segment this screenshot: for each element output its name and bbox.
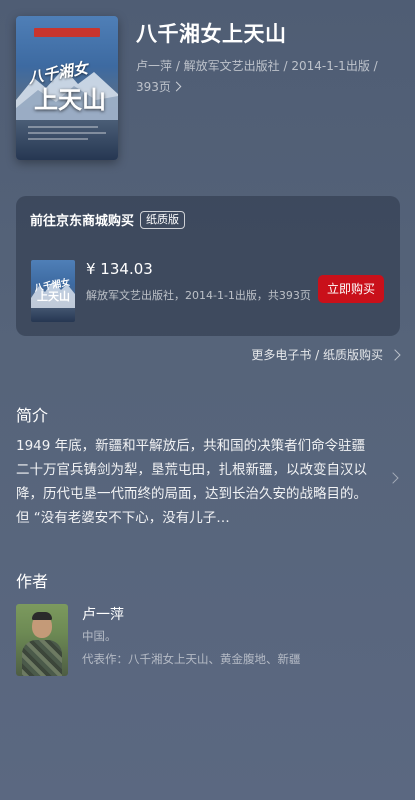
chevron-right-icon	[171, 81, 182, 92]
author-name[interactable]: 卢一萍	[82, 604, 124, 624]
chevron-right-icon[interactable]	[387, 472, 399, 484]
jd-book-thumbnail[interactable]: 八千湘女 上天山	[31, 260, 75, 322]
jd-description: 解放军文艺出版社，2014-1-1出版，共393页	[86, 289, 311, 302]
intro-heading: 简介	[16, 406, 49, 425]
author-heading: 作者	[16, 572, 49, 591]
book-cover[interactable]: 八千湘女 上天山	[16, 16, 118, 160]
cover-title-line2: 上天山	[34, 85, 106, 114]
cover-band	[34, 28, 100, 37]
jd-price: ¥ 134.03	[86, 260, 153, 278]
author-origin: 中国。	[82, 629, 117, 643]
more-purchase-link[interactable]: 更多电子书 / 纸质版购买	[251, 346, 401, 363]
intro-text[interactable]: 1949 年底，新疆和平解放后，共和国的决策者们命令驻疆二十万官兵铸剑为犁，垦荒…	[16, 434, 378, 530]
book-meta-link[interactable]: 卢一萍 / 解放军文艺出版社 / 2014-1-1出版 / 393页	[136, 56, 398, 98]
jd-header-label: 前往京东商城购买	[30, 214, 135, 229]
more-purchase-label: 更多电子书 / 纸质版购买	[251, 348, 383, 362]
author-avatar[interactable]	[16, 604, 68, 676]
book-header: 八千湘女 上天山 八千湘女上天山 卢一萍 / 解放军文艺出版社 / 2014-1…	[16, 16, 400, 162]
author-works: 代表作：八千湘女上天山、黄金腹地、新疆	[82, 652, 301, 666]
cover-text-lines	[28, 126, 106, 144]
chevron-right-icon	[389, 348, 401, 361]
author-uniform	[22, 640, 62, 676]
book-title: 八千湘女上天山	[136, 22, 287, 46]
jd-purchase-card: 前往京东商城购买 纸质版 八千湘女 上天山 ¥ 134.03 解放军文艺出版社，…	[16, 196, 400, 336]
book-meta-text: 卢一萍 / 解放军文艺出版社 / 2014-1-1出版 / 393页	[136, 59, 378, 94]
author-hair	[32, 612, 52, 620]
buy-now-button[interactable]: 立即购买	[318, 275, 384, 303]
jd-card-header: 前往京东商城购买 纸质版	[30, 210, 186, 229]
paper-edition-badge: 纸质版	[140, 210, 186, 229]
thumb-title-line2: 上天山	[37, 290, 70, 303]
